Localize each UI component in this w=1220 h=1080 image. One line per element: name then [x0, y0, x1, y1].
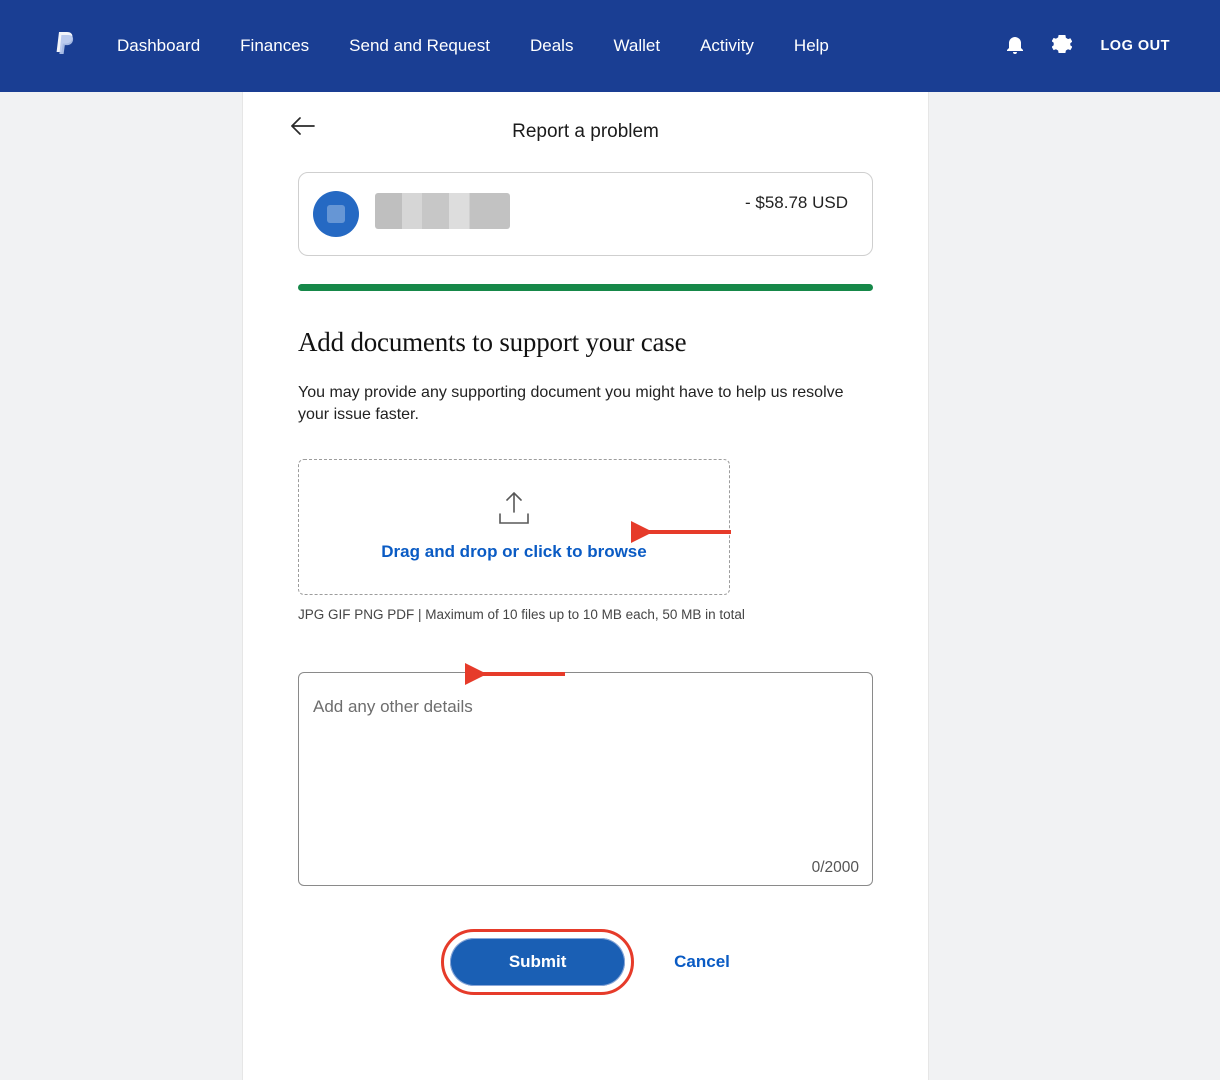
section-title: Add documents to support your case — [298, 327, 873, 358]
nav-deals[interactable]: Deals — [530, 36, 573, 56]
back-arrow-icon[interactable] — [291, 116, 315, 141]
nav-help[interactable]: Help — [794, 36, 829, 56]
main-panel: Report a problem - $58.78 USD Add docume… — [242, 92, 929, 1080]
section-description: You may provide any supporting document … — [298, 382, 873, 425]
bell-icon[interactable] — [1006, 34, 1024, 59]
top-nav: Dashboard Finances Send and Request Deal… — [0, 0, 1220, 92]
progress-bar — [298, 284, 873, 291]
cancel-link[interactable]: Cancel — [674, 952, 730, 972]
dropzone-text: Drag and drop or click to browse — [299, 542, 729, 562]
paypal-logo-icon[interactable] — [55, 31, 77, 62]
file-dropzone[interactable]: Drag and drop or click to browse — [298, 459, 730, 595]
logout-link[interactable]: LOG OUT — [1100, 38, 1170, 54]
gear-icon[interactable] — [1052, 34, 1072, 59]
details-wrap: 0/2000 — [298, 672, 873, 891]
nav-send-request[interactable]: Send and Request — [349, 36, 490, 56]
nav-right: LOG OUT — [1006, 34, 1200, 59]
upload-icon — [497, 490, 531, 526]
details-textarea[interactable] — [298, 672, 873, 886]
transaction-card: - $58.78 USD — [298, 172, 873, 256]
page-title: Report a problem — [512, 121, 659, 143]
submit-highlight: Submit — [441, 929, 634, 995]
nav-items: Dashboard Finances Send and Request Deal… — [117, 36, 829, 56]
nav-activity[interactable]: Activity — [700, 36, 754, 56]
panel-header: Report a problem — [243, 92, 928, 172]
submit-button[interactable]: Submit — [450, 938, 625, 986]
nav-wallet[interactable]: Wallet — [613, 36, 660, 56]
nav-finances[interactable]: Finances — [240, 36, 309, 56]
transaction-amount: - $58.78 USD — [745, 193, 848, 213]
merchant-name-redacted — [375, 191, 745, 229]
action-row: Submit Cancel — [298, 929, 873, 995]
content: - $58.78 USD Add documents to support yo… — [243, 172, 928, 995]
file-hint: JPG GIF PNG PDF | Maximum of 10 files up… — [298, 607, 873, 622]
merchant-avatar — [313, 191, 359, 237]
nav-dashboard[interactable]: Dashboard — [117, 36, 200, 56]
